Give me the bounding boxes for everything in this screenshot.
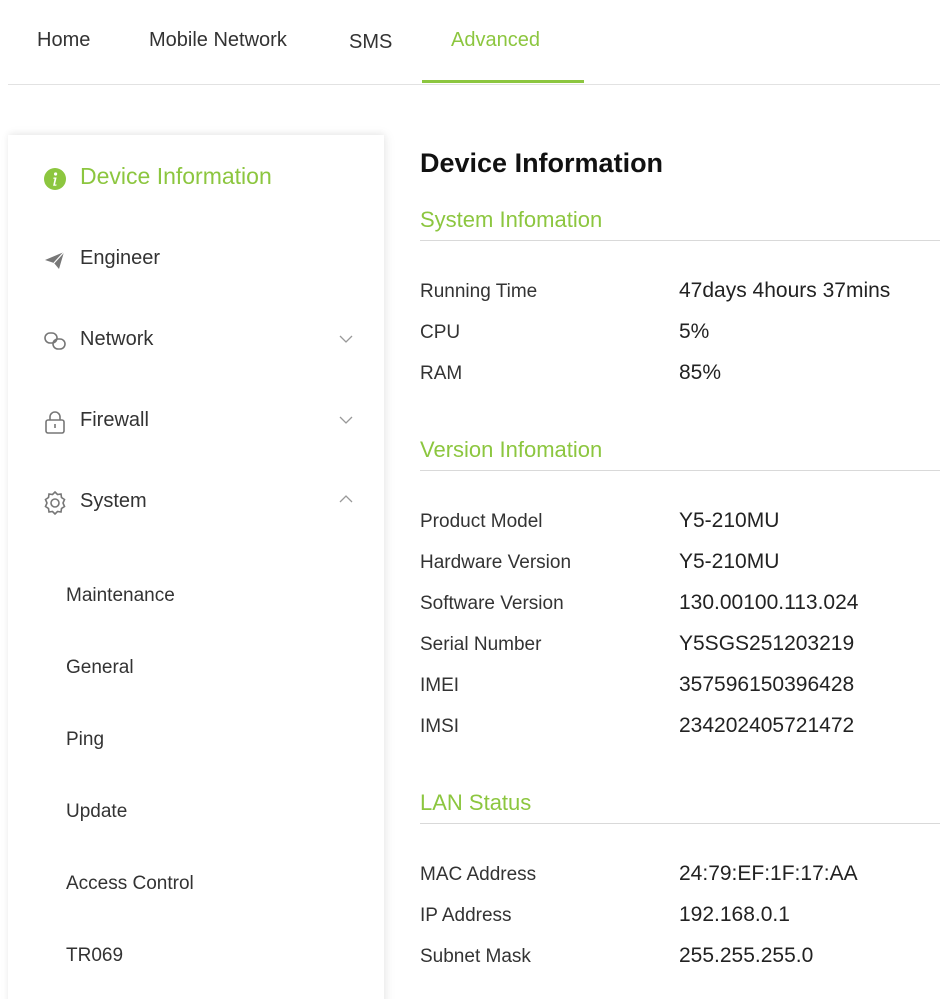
sidebar-subitem-update[interactable]: Update xyxy=(8,793,384,833)
sidebar-subitem-ping[interactable]: Ping xyxy=(8,721,384,761)
sidebar-subitem-label: TR069 xyxy=(66,945,124,966)
sidebar-subitem-general[interactable]: General xyxy=(8,649,384,689)
row-value-serial-number: Y5SGS251203219 xyxy=(679,632,855,655)
sidebar-item-firewall[interactable]: Firewall xyxy=(8,397,384,447)
tab-home[interactable]: Home xyxy=(37,0,90,85)
row-label-running-time: Running Time xyxy=(420,281,538,302)
row-value-product-model: Y5-210MU xyxy=(679,509,780,532)
sidebar-subitem-label: General xyxy=(66,657,134,678)
row-value-software-version: 130.00100.113.024 xyxy=(679,591,859,614)
row-label-product-model: Product Model xyxy=(420,511,543,532)
sidebar-item-label: System xyxy=(80,490,147,512)
sidebar-item-engineer[interactable]: Engineer xyxy=(8,235,384,285)
sidebar-item-label: Engineer xyxy=(80,247,161,269)
divider xyxy=(420,240,940,241)
sidebar-subitem-label: Update xyxy=(66,801,128,822)
sidebar-item-label: Firewall xyxy=(80,409,149,431)
row-label-imsi: IMSI xyxy=(420,716,460,737)
section-title-system: System Infomation xyxy=(420,207,603,232)
row-label-cpu: CPU xyxy=(420,322,461,343)
row-value-ram: 85% xyxy=(679,361,722,384)
sidebar-item-device-information[interactable]: Device Information xyxy=(8,154,384,204)
top-navigation: Home Mobile Network SMS Advanced xyxy=(8,0,940,85)
sidebar: Device Information Engineer Network Fire… xyxy=(8,135,384,999)
row-label-ip-address: IP Address xyxy=(420,905,512,926)
section-title-lan: LAN Status xyxy=(420,790,532,815)
sidebar-subitem-maintenance[interactable]: Maintenance xyxy=(8,577,384,617)
row-value-mac-address: 24:79:EF:1F:17:AA xyxy=(679,862,858,885)
active-tab-indicator xyxy=(422,80,584,83)
sidebar-subitem-label: Ping xyxy=(66,729,105,750)
row-value-imei: 357596150396428 xyxy=(679,673,855,696)
sidebar-subitem-label: Maintenance xyxy=(66,585,175,606)
sidebar-subitem-tr069[interactable]: TR069 xyxy=(8,937,384,977)
tab-advanced[interactable]: Advanced xyxy=(451,0,540,85)
section-title-version: Version Infomation xyxy=(420,437,603,462)
info-icon xyxy=(42,166,68,192)
row-value-cpu: 5% xyxy=(679,320,710,343)
chevron-down-icon[interactable] xyxy=(338,332,354,344)
lock-icon xyxy=(42,409,68,435)
divider xyxy=(420,823,940,824)
row-label-mac-address: MAC Address xyxy=(420,864,537,885)
chevron-down-icon[interactable] xyxy=(338,413,354,425)
sidebar-item-label: Device Information xyxy=(80,163,272,189)
tab-sms[interactable]: SMS xyxy=(349,0,392,85)
sidebar-subitem-label: Access Control xyxy=(66,873,194,894)
row-label-subnet-mask: Subnet Mask xyxy=(420,946,531,967)
divider xyxy=(420,470,940,471)
tab-mobile-network[interactable]: Mobile Network xyxy=(149,0,287,85)
row-value-imsi: 234202405721472 xyxy=(679,714,855,737)
row-value-running-time: 47days 4hours 37mins xyxy=(679,279,891,302)
sidebar-subitem-access-control[interactable]: Access Control xyxy=(8,865,384,905)
row-value-subnet-mask: 255.255.255.0 xyxy=(679,944,814,967)
sidebar-item-network[interactable]: Network xyxy=(8,316,384,366)
page-title: Device Information xyxy=(420,148,664,178)
paper-plane-icon xyxy=(42,247,68,273)
link-icon xyxy=(42,328,68,354)
gear-icon xyxy=(42,490,68,516)
sidebar-item-label: Network xyxy=(80,328,154,350)
chevron-up-icon[interactable] xyxy=(338,492,354,504)
sidebar-item-system[interactable]: System xyxy=(8,478,384,528)
row-label-hardware-version: Hardware Version xyxy=(420,552,572,573)
row-label-software-version: Software Version xyxy=(420,593,564,614)
row-label-imei: IMEI xyxy=(420,675,460,696)
row-value-hardware-version: Y5-210MU xyxy=(679,550,780,573)
row-label-serial-number: Serial Number xyxy=(420,634,542,655)
row-value-ip-address: 192.168.0.1 xyxy=(679,903,790,926)
row-label-ram: RAM xyxy=(420,363,463,384)
